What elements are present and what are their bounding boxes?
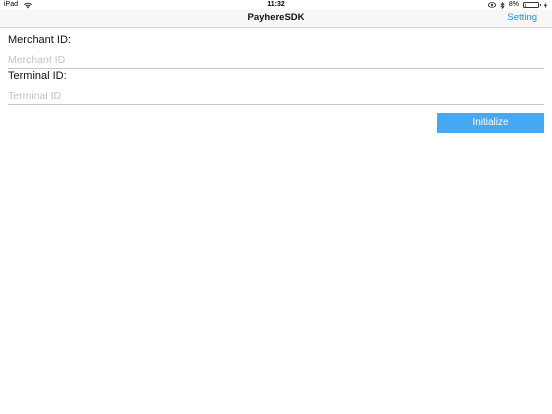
status-right: 8%: [487, 0, 548, 10]
bluetooth-icon: [500, 1, 505, 9]
setting-button[interactable]: Setting: [507, 10, 537, 25]
terminal-id-input[interactable]: [8, 88, 544, 105]
navigation-bar: PayhereSDK Setting: [0, 10, 552, 28]
battery-percent: 8%: [508, 1, 519, 8]
battery-icon: [523, 2, 541, 8]
initialize-button[interactable]: Initialize: [437, 113, 544, 133]
status-time: 11:32: [267, 1, 285, 8]
charging-icon: [543, 1, 548, 9]
eye-icon: [487, 2, 496, 8]
merchant-id-input[interactable]: [8, 52, 544, 69]
nav-title: PayhereSDK: [247, 12, 305, 23]
merchant-id-label: Merchant ID:: [8, 34, 71, 46]
terminal-id-label: Terminal ID:: [8, 70, 67, 82]
status-bar: iPad 11:32 8%: [0, 0, 552, 10]
app-screen: iPad 11:32 8% PayhereSDK Setting Merchan…: [0, 0, 552, 414]
battery-level-fill: [524, 3, 526, 7]
